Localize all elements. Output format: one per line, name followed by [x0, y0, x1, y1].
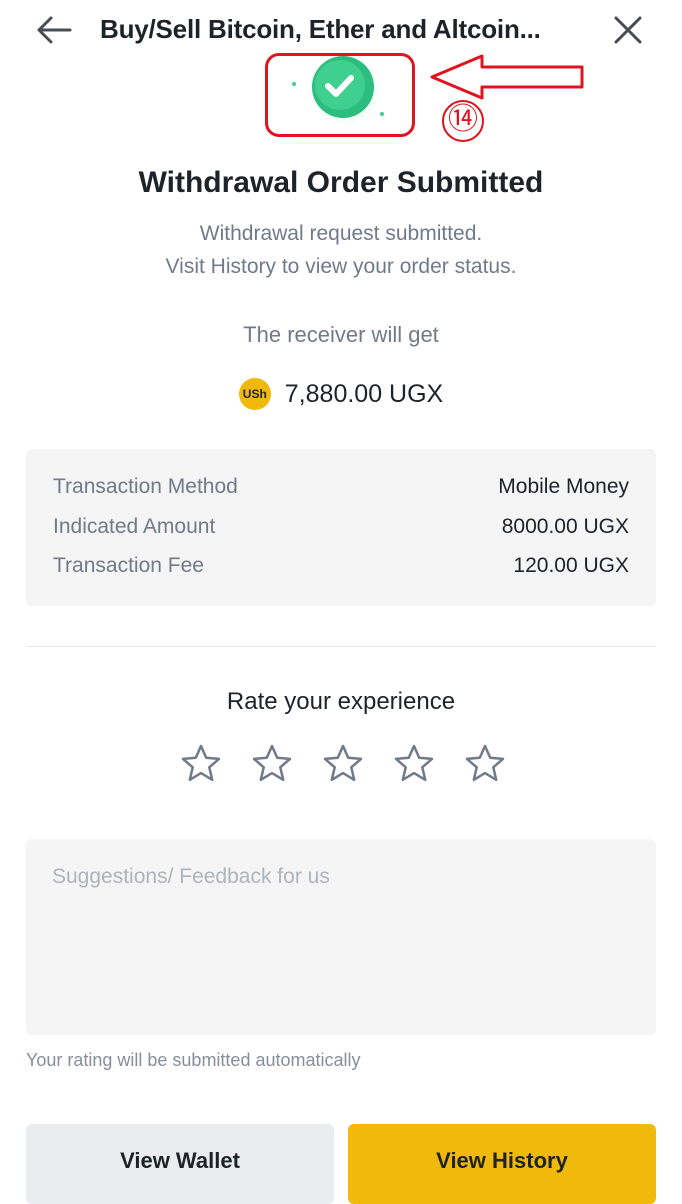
detail-value: Mobile Money [498, 475, 629, 498]
receiver-amount: 7,880.00 UGX [284, 379, 444, 408]
success-check-icon [292, 56, 384, 126]
detail-value: 8000.00 UGX [501, 515, 629, 538]
star-rating [0, 742, 682, 792]
star-1-icon[interactable] [179, 742, 223, 786]
status-subtitle-line2: Visit History to view your order status. [165, 255, 517, 278]
feedback-textarea[interactable] [26, 839, 656, 1035]
annotation-step-number: ⑭ [440, 98, 486, 144]
header-bar: Buy/Sell Bitcoin, Ether and Altcoin... [0, 0, 682, 60]
rating-title: Rate your experience [226, 688, 456, 715]
star-3-icon[interactable] [321, 742, 365, 786]
section-divider [26, 646, 656, 647]
back-arrow-icon[interactable] [34, 12, 74, 48]
close-icon[interactable] [608, 10, 648, 50]
star-2-icon[interactable] [250, 742, 294, 786]
detail-label: Transaction Method [53, 475, 238, 498]
view-history-button[interactable]: View History [348, 1124, 656, 1204]
annotation-arrow-icon [430, 54, 584, 100]
detail-label: Indicated Amount [53, 515, 216, 538]
detail-row-amount: Indicated Amount 8000.00 UGX [53, 515, 629, 545]
star-4-icon[interactable] [392, 742, 436, 786]
status-title: Withdrawal Order Submitted [138, 166, 544, 199]
detail-row-method: Transaction Method Mobile Money [53, 475, 629, 505]
page-title: Buy/Sell Bitcoin, Ether and Altcoin... [100, 14, 541, 44]
receiver-label: The receiver will get [243, 322, 439, 347]
detail-value: 120.00 UGX [513, 554, 629, 577]
transaction-details-card: Transaction Method Mobile Money Indicate… [26, 449, 656, 606]
auto-submit-note: Your rating will be submitted automatica… [26, 1050, 361, 1070]
star-5-icon[interactable] [463, 742, 507, 786]
receiver-amount-row: USh 7,880.00 UGX [0, 374, 682, 414]
view-wallet-button[interactable]: View Wallet [26, 1124, 334, 1204]
ugx-coin-icon: USh [238, 378, 271, 410]
detail-row-fee: Transaction Fee 120.00 UGX [53, 554, 629, 584]
status-subtitle-line1: Withdrawal request submitted. [199, 222, 483, 245]
detail-label: Transaction Fee [53, 554, 204, 577]
